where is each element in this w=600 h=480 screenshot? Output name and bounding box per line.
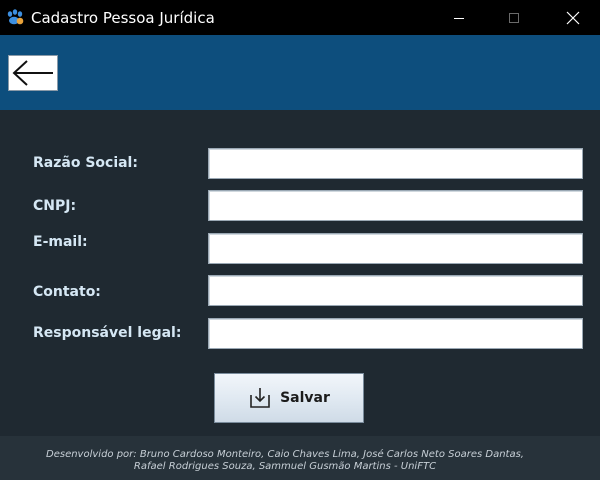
window-title: Cadastro Pessoa Jurídica: [31, 9, 215, 27]
maximize-button[interactable]: [491, 0, 537, 35]
razao-social-input[interactable]: [208, 148, 583, 179]
save-button-label: Salvar: [280, 390, 330, 406]
razao-social-label: Razão Social:: [33, 155, 138, 171]
minimize-button[interactable]: [436, 0, 482, 35]
download-save-icon: [250, 388, 270, 408]
cnpj-input[interactable]: [208, 190, 583, 221]
footer: Desenvolvido por: Bruno Cardoso Monteiro…: [0, 436, 600, 480]
footer-credits-line-2: Rafael Rodrigues Souza, Sammuel Gusmão M…: [133, 461, 437, 472]
title-bar: Cadastro Pessoa Jurídica: [0, 0, 600, 35]
close-icon: [566, 11, 580, 24]
responsavel-legal-label: Responsável legal:: [33, 325, 182, 341]
email-label: E-mail:: [33, 234, 88, 250]
email-input[interactable]: [208, 233, 583, 264]
responsavel-legal-input[interactable]: [208, 318, 583, 349]
header-bar: [0, 35, 600, 110]
cnpj-label: CNPJ:: [33, 198, 77, 214]
contato-input[interactable]: [208, 275, 583, 306]
arrow-left-icon: [12, 60, 53, 86]
minimize-icon: [454, 17, 464, 19]
contato-label: Contato:: [33, 284, 101, 300]
footer-credits-line-1: Desenvolvido por: Bruno Cardoso Monteiro…: [46, 449, 524, 460]
close-button[interactable]: [550, 0, 596, 35]
back-button[interactable]: [8, 55, 58, 91]
maximize-icon: [509, 12, 519, 23]
save-button[interactable]: Salvar: [214, 373, 364, 423]
paw-app-icon: [7, 9, 24, 25]
